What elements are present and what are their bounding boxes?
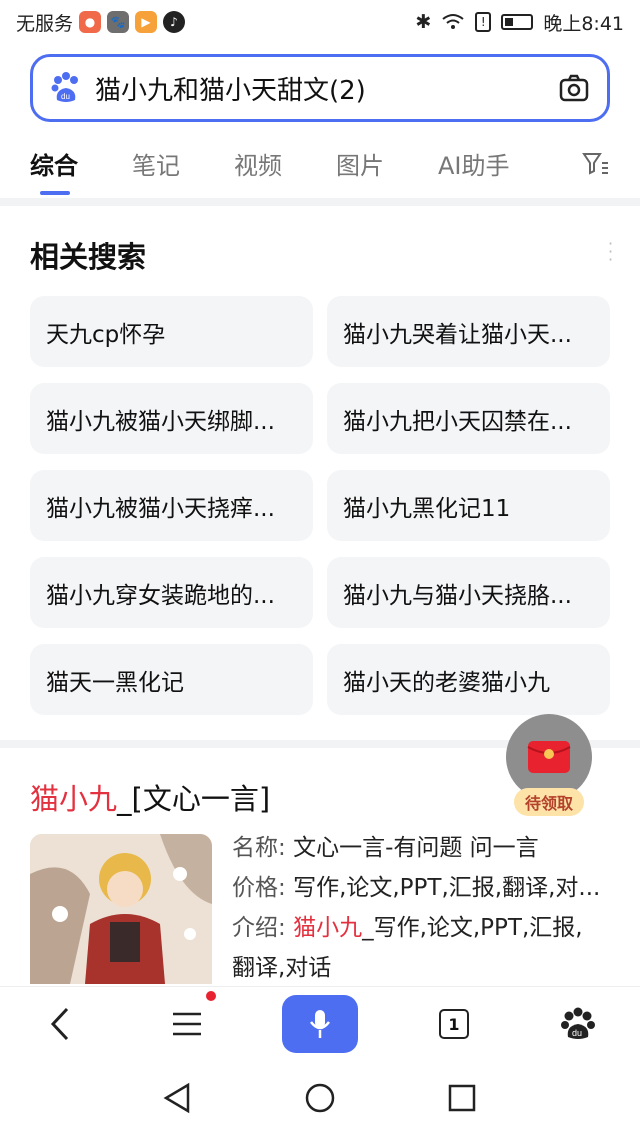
search-box[interactable]: du 猫小九和猫小天甜文(2) — [30, 54, 610, 122]
back-arrow-icon — [50, 1007, 69, 1041]
related-search-item[interactable]: 猫天一黑化记 — [30, 644, 313, 715]
svg-text:du: du — [572, 1028, 582, 1038]
result-thumbnail[interactable] — [30, 834, 212, 984]
baidu-logo-icon: du — [51, 72, 78, 102]
baidu-notification-icon: 🐾 — [107, 11, 130, 33]
more-options-icon[interactable]: · · · — [608, 236, 613, 268]
carrier-text: 无服务 — [16, 12, 74, 35]
svg-text:du: du — [61, 92, 70, 101]
related-search-title: 相关搜索 — [30, 240, 147, 274]
wifi-icon — [442, 14, 464, 29]
related-search-item[interactable]: 猫小九与猫小天挠胳... — [327, 557, 610, 628]
system-nav-bar — [0, 1060, 640, 1138]
related-search-item[interactable]: 猫小九被猫小天绑脚... — [30, 383, 313, 454]
filter-icon[interactable] — [582, 151, 610, 175]
back-button[interactable] — [38, 995, 82, 1053]
tab-comprehensive[interactable]: 综合 — [30, 146, 78, 195]
result-title[interactable]: 猫小九_[文心一言] — [30, 776, 270, 818]
related-search-item[interactable]: 猫小九黑化记11 — [327, 470, 610, 541]
result-info: 名称: 文心一言-有问题 问一言 价格: 写作,论文,PPT,汇报,翻译,对..… — [232, 835, 601, 981]
tab-bar: 综合 笔记 视频 图片 AI助手 — [0, 130, 640, 196]
voice-search-button[interactable] — [282, 995, 358, 1053]
search-input[interactable]: 猫小九和猫小天甜文(2) — [95, 70, 559, 107]
result-title-highlight: 猫小九 — [30, 782, 118, 816]
nav-home-icon[interactable] — [304, 1082, 336, 1114]
camera-icon[interactable] — [559, 74, 589, 102]
alert-icon: ! — [475, 12, 492, 32]
red-envelope-icon — [527, 741, 571, 773]
related-search-item[interactable]: 猫小九把小天囚禁在... — [327, 383, 610, 454]
bluetooth-icon: ✱ — [415, 11, 432, 33]
related-search-item[interactable]: 猫小天的老婆猫小九 — [327, 644, 610, 715]
menu-button[interactable] — [162, 991, 216, 1053]
related-search-grid: 天九cp怀孕 猫小九哭着让猫小天... 猫小九被猫小天绑脚... 猫小九把小天囚… — [30, 296, 610, 715]
result-name: 文心一言-有问题 问一言 — [293, 835, 539, 861]
tab-video[interactable]: 视频 — [234, 146, 282, 181]
status-bar: 无服务 ● 🐾 ▶ ♪ ✱ ! 晚上8:41 — [0, 0, 640, 44]
bottom-toolbar: 1 du — [0, 986, 640, 1060]
related-search-item[interactable]: 猫小九被猫小天挠痒... — [30, 470, 313, 541]
tab-images[interactable]: 图片 — [336, 146, 384, 181]
related-search-item[interactable]: 猫小九哭着让猫小天... — [327, 296, 610, 367]
tab-count: 1 — [439, 1009, 469, 1039]
clock: 晚上8:41 — [543, 12, 624, 35]
baidu-paw-icon: du — [561, 1007, 595, 1039]
tiktok-icon: ♪ — [163, 11, 186, 33]
battery-icon — [501, 14, 534, 30]
microphone-icon — [310, 1010, 330, 1038]
video-app-icon: ▶ — [135, 11, 158, 33]
related-search-item[interactable]: 天九cp怀孕 — [30, 296, 313, 367]
result-price: 写作,论文,PPT,汇报,翻译,对... — [293, 875, 601, 901]
result-title-text: _[文心一言] — [117, 782, 271, 816]
baidu-home-button[interactable]: du — [556, 995, 600, 1053]
tabs-button[interactable]: 1 — [432, 995, 476, 1053]
nav-recents-icon[interactable] — [448, 1084, 476, 1112]
notification-app-icon: ● — [79, 11, 102, 33]
nav-back-icon[interactable] — [162, 1082, 192, 1114]
notification-dot — [206, 991, 216, 1001]
tab-ai-assistant[interactable]: AI助手 — [438, 146, 510, 181]
menu-icon — [173, 1012, 201, 1036]
tab-notes[interactable]: 笔记 — [132, 146, 180, 181]
divider — [0, 198, 640, 206]
related-search-item[interactable]: 猫小九穿女装跪地的... — [30, 557, 313, 628]
red-packet-label[interactable]: 待领取 — [514, 788, 584, 816]
